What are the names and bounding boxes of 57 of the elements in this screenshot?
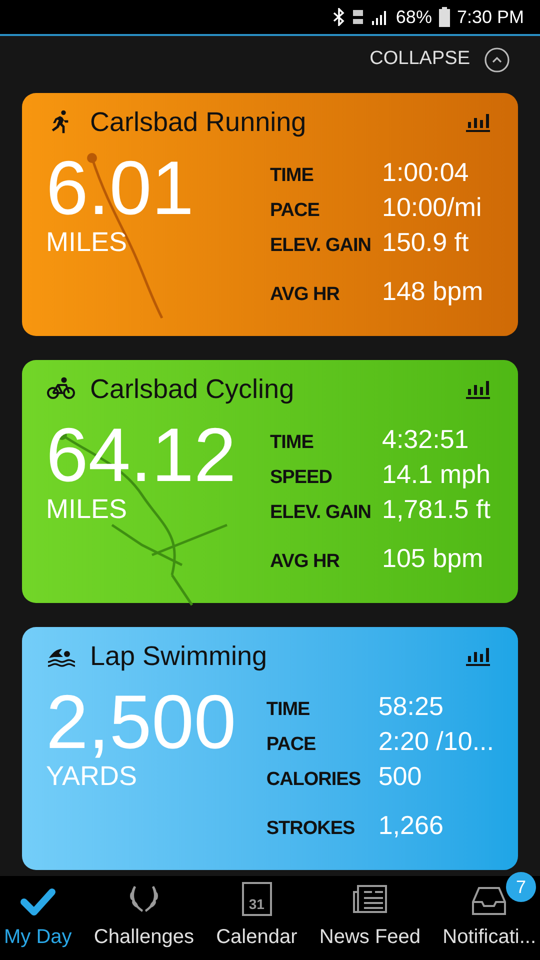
stat-label: PACE	[270, 199, 320, 223]
battery-percent: 68%	[396, 6, 432, 28]
notification-badge: 7	[506, 872, 536, 902]
stat-label: AVG HR	[270, 550, 340, 574]
stat-label: SPEED	[270, 466, 333, 490]
stat-value: 1,781.5 ft	[382, 493, 490, 526]
distance-value: 2,500	[46, 685, 238, 761]
stat-value: 1:00:04	[382, 156, 469, 189]
stat-value: 500	[378, 760, 422, 793]
checkmark-icon	[20, 888, 56, 916]
activity-card[interactable]: Carlsbad Running 6.01 MILES TIME 1:00:04 PACE 10:00/mi ELEV. GAIN 150.9 ft AVG HR 148 bpm	[22, 93, 518, 336]
distance-unit: MILES	[46, 227, 128, 257]
stat-label: TIME	[266, 698, 311, 722]
activity-card[interactable]: Carlsbad Cycling 64.12 MILES TIME 4:32:51 SPEED 14.1 mph ELEV. GAIN 1,781.5 ft AVG HR 105 bpm	[22, 360, 518, 603]
stat-label: CALORIES	[266, 768, 362, 792]
stat-value: 150.9 ft	[382, 226, 469, 259]
activity-title: Carlsbad Running	[90, 106, 306, 139]
stat-label: ELEV. GAIN	[270, 501, 372, 525]
nav-tab[interactable]: Challenges	[94, 870, 194, 952]
stat-value: 10:00/mi	[382, 191, 482, 224]
stat-label: ELEV. GAIN	[270, 234, 372, 258]
stat-value: 105 bpm	[382, 542, 484, 575]
stats-chart-icon[interactable]	[466, 646, 490, 666]
stat-value: 58:25	[378, 690, 444, 723]
stat-value: 14.1 mph	[382, 458, 490, 491]
stat-label: TIME	[270, 164, 314, 188]
stat-value: 2:20 /10...	[378, 725, 494, 758]
clock: 7:30 PM	[456, 6, 524, 28]
activity-card[interactable]: Lap Swimming 2,500 YARDS TIME 58:25 PACE 2:20 /10... CALORIES 500 STROKES 1,266	[22, 627, 518, 870]
stat-value: 148 bpm	[382, 275, 484, 308]
stat-label: AVG HR	[270, 283, 340, 307]
activity-title: Carlsbad Cycling	[90, 372, 294, 406]
stat-value: 4:32:51	[382, 423, 469, 456]
stat-value: 1,266	[378, 809, 444, 842]
distance-unit: MILES	[46, 494, 128, 524]
stat-label: STROKES	[266, 817, 356, 841]
nav-tab[interactable]: Notificati... 7	[442, 872, 536, 952]
nav-tab[interactable]: 31 Calendar	[216, 868, 298, 952]
chevron-up-icon	[484, 46, 510, 72]
stats-chart-icon[interactable]	[466, 112, 490, 132]
nav-tab[interactable]: My Day	[4, 874, 72, 952]
distance-value: 6.01	[46, 151, 195, 227]
newspaper-icon	[352, 884, 388, 916]
stat-label: TIME	[270, 431, 314, 455]
nav-tab[interactable]: News Feed	[319, 870, 421, 952]
stat-label: PACE	[266, 733, 317, 757]
inbox-tray-icon	[471, 886, 508, 916]
stats-chart-icon[interactable]	[466, 379, 490, 399]
activity-title: Lap Swimming	[90, 640, 268, 673]
signal-icon	[370, 9, 389, 25]
bluetooth-icon	[332, 8, 345, 26]
calendar-icon: 31	[242, 882, 272, 916]
distance-value: 64.12	[46, 418, 238, 494]
battery-icon	[438, 7, 450, 27]
collapse-button[interactable]: COLLAPSE	[370, 45, 510, 74]
bicycle-icon	[46, 377, 76, 401]
distance-unit: YARDS	[46, 761, 138, 791]
